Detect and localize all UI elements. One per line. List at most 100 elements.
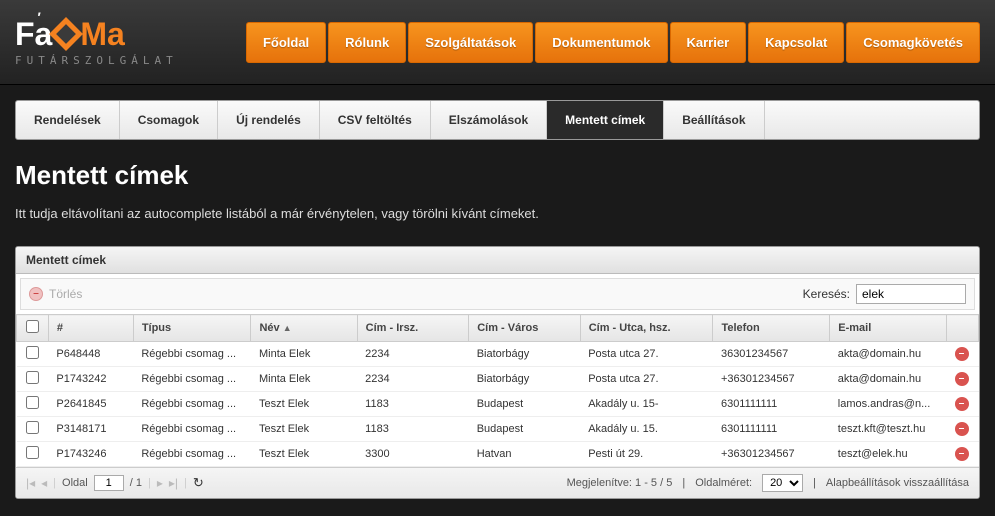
last-page-icon[interactable]: ▸|: [169, 476, 178, 490]
cell-id: P1743242: [48, 367, 133, 392]
cell-zip: 2234: [357, 367, 469, 392]
select-all-checkbox[interactable]: [26, 320, 39, 333]
page-input[interactable]: [94, 475, 124, 491]
cell-zip: 1183: [357, 417, 469, 442]
cell-id: P1743246: [48, 442, 133, 467]
nav-karrier[interactable]: Karrier: [670, 22, 747, 63]
logo-text: Fa′Ma: [15, 18, 178, 50]
cell-city: Hatvan: [469, 442, 581, 467]
col-type[interactable]: Típus: [133, 315, 251, 342]
logo-subtitle: Futárszolgálat: [15, 54, 178, 67]
row-delete-icon[interactable]: –: [955, 347, 969, 361]
delete-button[interactable]: – Törlés: [29, 287, 82, 301]
row-checkbox[interactable]: [26, 346, 39, 359]
table-row[interactable]: P3148171Régebbi csomag ...Teszt Elek1183…: [17, 417, 979, 442]
cell-zip: 2234: [357, 342, 469, 367]
cell-type: Régebbi csomag ...: [133, 342, 251, 367]
row-delete-icon[interactable]: –: [955, 422, 969, 436]
delete-label: Törlés: [49, 287, 82, 301]
table-row[interactable]: P1743242Régebbi csomag ...Minta Elek2234…: [17, 367, 979, 392]
cell-type: Régebbi csomag ...: [133, 442, 251, 467]
cell-id: P2641845: [48, 392, 133, 417]
cell-type: Régebbi csomag ...: [133, 367, 251, 392]
row-delete-icon[interactable]: –: [955, 397, 969, 411]
tab-mentett-cimek[interactable]: Mentett címek: [547, 101, 664, 139]
tab-csomagok[interactable]: Csomagok: [120, 101, 218, 139]
nav-csomagkovetes[interactable]: Csomagkövetés: [846, 22, 980, 63]
col-checkbox: [17, 315, 49, 342]
cell-id: P648448: [48, 342, 133, 367]
search-input[interactable]: [856, 284, 966, 304]
col-name[interactable]: Név ▲: [251, 315, 357, 342]
cell-name: Teszt Elek: [251, 392, 357, 417]
next-page-icon[interactable]: ▸: [157, 476, 163, 490]
page-size-select[interactable]: 20: [762, 474, 803, 492]
col-street[interactable]: Cím - Utca, hsz.: [580, 315, 713, 342]
cell-street: Akadály u. 15-: [580, 392, 713, 417]
logo[interactable]: Fa′Ma Futárszolgálat: [15, 18, 178, 67]
cell-type: Régebbi csomag ...: [133, 392, 251, 417]
col-id[interactable]: #: [48, 315, 133, 342]
refresh-icon[interactable]: ↻: [193, 475, 204, 491]
cell-email: lamos.andras@n...: [830, 392, 947, 417]
tab-beallitasok[interactable]: Beállítások: [664, 101, 764, 139]
cell-street: Posta utca 27.: [580, 367, 713, 392]
row-checkbox[interactable]: [26, 421, 39, 434]
cell-city: Biatorbágy: [469, 367, 581, 392]
sub-nav: Rendelések Csomagok Új rendelés CSV felt…: [15, 100, 980, 140]
cell-email: akta@domain.hu: [830, 342, 947, 367]
nav-rolunk[interactable]: Rólunk: [328, 22, 406, 63]
cell-id: P3148171: [48, 417, 133, 442]
cell-phone: 6301111111: [713, 392, 830, 417]
cell-name: Minta Elek: [251, 342, 357, 367]
cell-name: Minta Elek: [251, 367, 357, 392]
cell-street: Pesti út 29.: [580, 442, 713, 467]
cell-phone: +36301234567: [713, 367, 830, 392]
reset-settings-link[interactable]: Alapbeállítások visszaállítása: [826, 477, 969, 489]
data-table: # Típus Név ▲ Cím - Irsz. Cím - Város Cí…: [16, 314, 979, 467]
table-row[interactable]: P648448Régebbi csomag ...Minta Elek2234B…: [17, 342, 979, 367]
page-label: Oldal: [62, 477, 88, 489]
pager: |◂ ◂ | Oldal / 1 | ▸ ▸| | ↻ Megjelenítve…: [16, 467, 979, 498]
nav-kapcsolat[interactable]: Kapcsolat: [748, 22, 844, 63]
cell-type: Régebbi csomag ...: [133, 417, 251, 442]
delete-icon: –: [29, 287, 43, 301]
cell-city: Budapest: [469, 417, 581, 442]
cell-name: Teszt Elek: [251, 417, 357, 442]
col-phone[interactable]: Telefon: [713, 315, 830, 342]
nav-dokumentumok[interactable]: Dokumentumok: [535, 22, 667, 63]
tab-elszamolasok[interactable]: Elszámolások: [431, 101, 547, 139]
cell-email: teszt.kft@teszt.hu: [830, 417, 947, 442]
cell-name: Teszt Elek: [251, 442, 357, 467]
tab-csv-feltoltes[interactable]: CSV feltöltés: [320, 101, 431, 139]
col-city[interactable]: Cím - Város: [469, 315, 581, 342]
cell-phone: 6301111111: [713, 417, 830, 442]
row-delete-icon[interactable]: –: [955, 447, 969, 461]
cell-email: teszt@elek.hu: [830, 442, 947, 467]
col-email[interactable]: E-mail: [830, 315, 947, 342]
cell-phone: +36301234567: [713, 442, 830, 467]
nav-fooldal[interactable]: Főoldal: [246, 22, 326, 63]
first-page-icon[interactable]: |◂: [26, 476, 35, 490]
toolbar: – Törlés Keresés:: [20, 278, 975, 310]
row-delete-icon[interactable]: –: [955, 372, 969, 386]
panel: Mentett címek – Törlés Keresés: # Típus …: [15, 246, 980, 499]
col-zip[interactable]: Cím - Irsz.: [357, 315, 469, 342]
tab-uj-rendeles[interactable]: Új rendelés: [218, 101, 320, 139]
tab-rendelesek[interactable]: Rendelések: [16, 101, 120, 139]
row-checkbox[interactable]: [26, 371, 39, 384]
row-checkbox[interactable]: [26, 446, 39, 459]
page-total: / 1: [130, 477, 142, 489]
cell-street: Posta utca 27.: [580, 342, 713, 367]
main-nav: Főoldal Rólunk Szolgáltatások Dokumentum…: [246, 22, 980, 63]
cell-zip: 3300: [357, 442, 469, 467]
row-checkbox[interactable]: [26, 396, 39, 409]
table-row[interactable]: P2641845Régebbi csomag ...Teszt Elek1183…: [17, 392, 979, 417]
cell-zip: 1183: [357, 392, 469, 417]
nav-szolgaltatasok[interactable]: Szolgáltatások: [408, 22, 533, 63]
cell-city: Budapest: [469, 392, 581, 417]
search-label: Keresés:: [803, 287, 850, 301]
prev-page-icon[interactable]: ◂: [41, 476, 47, 490]
cell-street: Akadály u. 15.: [580, 417, 713, 442]
table-row[interactable]: P1743246Régebbi csomag ...Teszt Elek3300…: [17, 442, 979, 467]
